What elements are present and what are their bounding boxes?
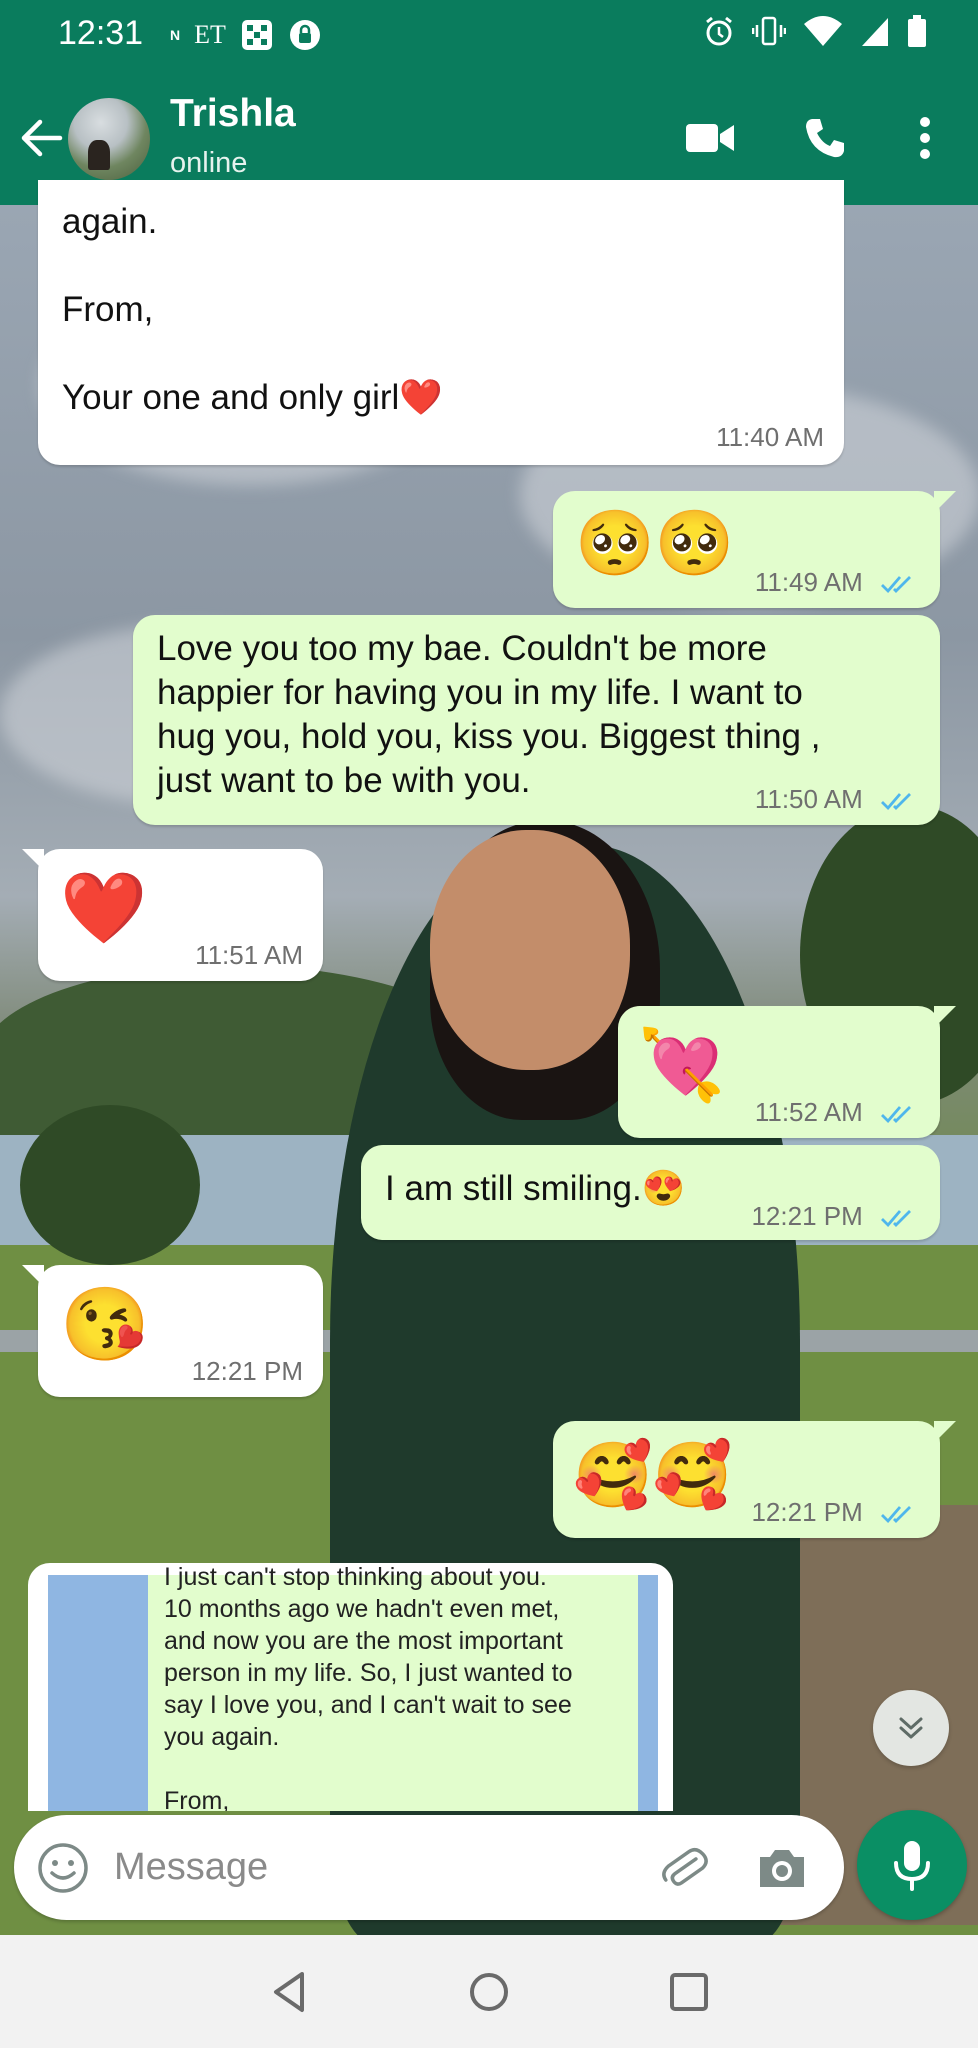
camera-icon bbox=[760, 1850, 804, 1887]
wallpaper-face bbox=[430, 830, 630, 1070]
image-preview: I just can't stop thinking about you. 10… bbox=[48, 1563, 658, 1811]
message-input[interactable] bbox=[114, 1837, 634, 1897]
kissing-face-emoji: 😘 bbox=[60, 1285, 150, 1365]
lock-app-icon bbox=[289, 20, 320, 50]
message-composer bbox=[14, 1815, 844, 1920]
smiley-icon bbox=[38, 1843, 88, 1893]
video-call-button[interactable] bbox=[680, 108, 740, 168]
read-ticks-icon bbox=[881, 1106, 911, 1124]
microphone-icon bbox=[894, 1841, 930, 1891]
status-time: 12:31 bbox=[58, 14, 144, 52]
status-right-icons bbox=[702, 14, 928, 48]
message-time: 12:21 PM bbox=[751, 1497, 918, 1528]
heart-arrow-emoji: 💘 bbox=[638, 1026, 726, 1104]
voice-message-button[interactable] bbox=[857, 1810, 967, 1920]
message-bubble-incoming[interactable]: 😘 12:21 PM bbox=[22, 1265, 323, 1397]
message-time: 11:40 AM bbox=[716, 422, 824, 452]
message-line: Love you too my bae. Couldn't be more bbox=[157, 629, 767, 668]
contact-name[interactable]: Trishla bbox=[170, 92, 296, 136]
signal-icon bbox=[862, 18, 888, 46]
wallpaper-tree bbox=[20, 1105, 200, 1265]
message-bubble-incoming[interactable]: ❤️ 11:51 AM bbox=[22, 849, 323, 981]
emoji-button[interactable] bbox=[36, 1841, 90, 1895]
attach-button[interactable] bbox=[654, 1839, 714, 1899]
message-bubble-outgoing[interactable]: I am still smiling.😍 12:21 PM bbox=[361, 1145, 940, 1240]
double-chevron-down-icon bbox=[899, 1717, 923, 1739]
message-line: From, bbox=[62, 290, 154, 329]
message-line: hug you, hold you, kiss you. Biggest thi… bbox=[157, 717, 821, 756]
status-bar: 12:31 N ET bbox=[0, 0, 978, 72]
recents-icon bbox=[670, 1973, 708, 2011]
more-options-button[interactable] bbox=[895, 108, 955, 168]
message-time: 12:21 PM bbox=[751, 1201, 918, 1232]
message-line: happier for having you in my life. I wan… bbox=[157, 673, 803, 712]
nav-home-button[interactable] bbox=[462, 1965, 516, 2019]
nav-recents-button[interactable] bbox=[662, 1965, 716, 2019]
read-ticks-icon bbox=[881, 793, 911, 811]
wifi-icon bbox=[804, 16, 842, 46]
message-bubble-outgoing[interactable]: 🥰🥰 12:21 PM bbox=[553, 1421, 956, 1538]
nav-back-button[interactable] bbox=[262, 1965, 316, 2019]
back-button[interactable] bbox=[14, 110, 70, 166]
pleading-face-emoji: 🥺🥺 bbox=[575, 507, 735, 579]
more-vert-icon bbox=[920, 117, 930, 159]
message-text: Love you too my bae. Couldn't be more ha… bbox=[157, 627, 820, 803]
message-time: 11:51 AM bbox=[195, 940, 303, 970]
paperclip-icon bbox=[662, 1847, 708, 1886]
message-line: Your one and only girl❤️ bbox=[62, 378, 443, 417]
grid-app-icon bbox=[241, 20, 272, 50]
arrow-back-icon bbox=[21, 119, 63, 157]
image-letter: I just can't stop thinking about you. 10… bbox=[148, 1563, 638, 1811]
message-time: 11:52 AM bbox=[755, 1097, 918, 1128]
et-notification-icon: ET bbox=[194, 20, 226, 49]
video-camera-icon bbox=[686, 124, 734, 152]
voice-call-button[interactable] bbox=[795, 108, 855, 168]
phone-icon bbox=[806, 119, 844, 158]
alarm-icon bbox=[706, 16, 732, 46]
vibrate-icon bbox=[752, 16, 786, 46]
message-bubble-outgoing[interactable]: Love you too my bae. Couldn't be more ha… bbox=[133, 615, 940, 825]
camera-button[interactable] bbox=[754, 1841, 810, 1897]
scroll-to-bottom-button[interactable] bbox=[873, 1690, 949, 1766]
message-time: 12:21 PM bbox=[191, 1356, 303, 1386]
contact-status: online bbox=[170, 147, 248, 179]
message-time: 11:49 AM bbox=[755, 567, 918, 598]
message-bubble-outgoing[interactable]: 🥺🥺 11:49 AM bbox=[553, 491, 956, 608]
message-bubble-incoming[interactable]: again. From, Your one and only girl❤️ 11… bbox=[38, 180, 844, 465]
image-message[interactable]: I just can't stop thinking about you. 10… bbox=[28, 1563, 673, 1811]
status-left-icons: N ET bbox=[170, 18, 322, 52]
message-text: I am still smiling.😍 bbox=[385, 1169, 686, 1208]
message-text: again. From, Your one and only girl❤️ bbox=[62, 200, 443, 420]
message-line: again. bbox=[62, 202, 158, 241]
contact-avatar[interactable] bbox=[68, 98, 150, 180]
message-time: 11:50 AM bbox=[755, 784, 918, 815]
n-notification-icon: N bbox=[170, 27, 181, 43]
message-bubble-outgoing[interactable]: 💘 11:52 AM bbox=[618, 1006, 956, 1138]
system-nav-bar bbox=[0, 1935, 978, 2048]
read-ticks-icon bbox=[881, 1210, 911, 1228]
red-heart-emoji: ❤️ bbox=[60, 869, 148, 947]
back-icon bbox=[274, 1972, 304, 2012]
smiling-hearts-emoji: 🥰🥰 bbox=[573, 1439, 733, 1511]
message-line: just want to be with you. bbox=[157, 761, 531, 800]
battery-icon bbox=[908, 15, 926, 47]
home-icon bbox=[470, 1973, 508, 2011]
read-ticks-icon bbox=[881, 576, 911, 594]
read-ticks-icon bbox=[881, 1506, 911, 1524]
